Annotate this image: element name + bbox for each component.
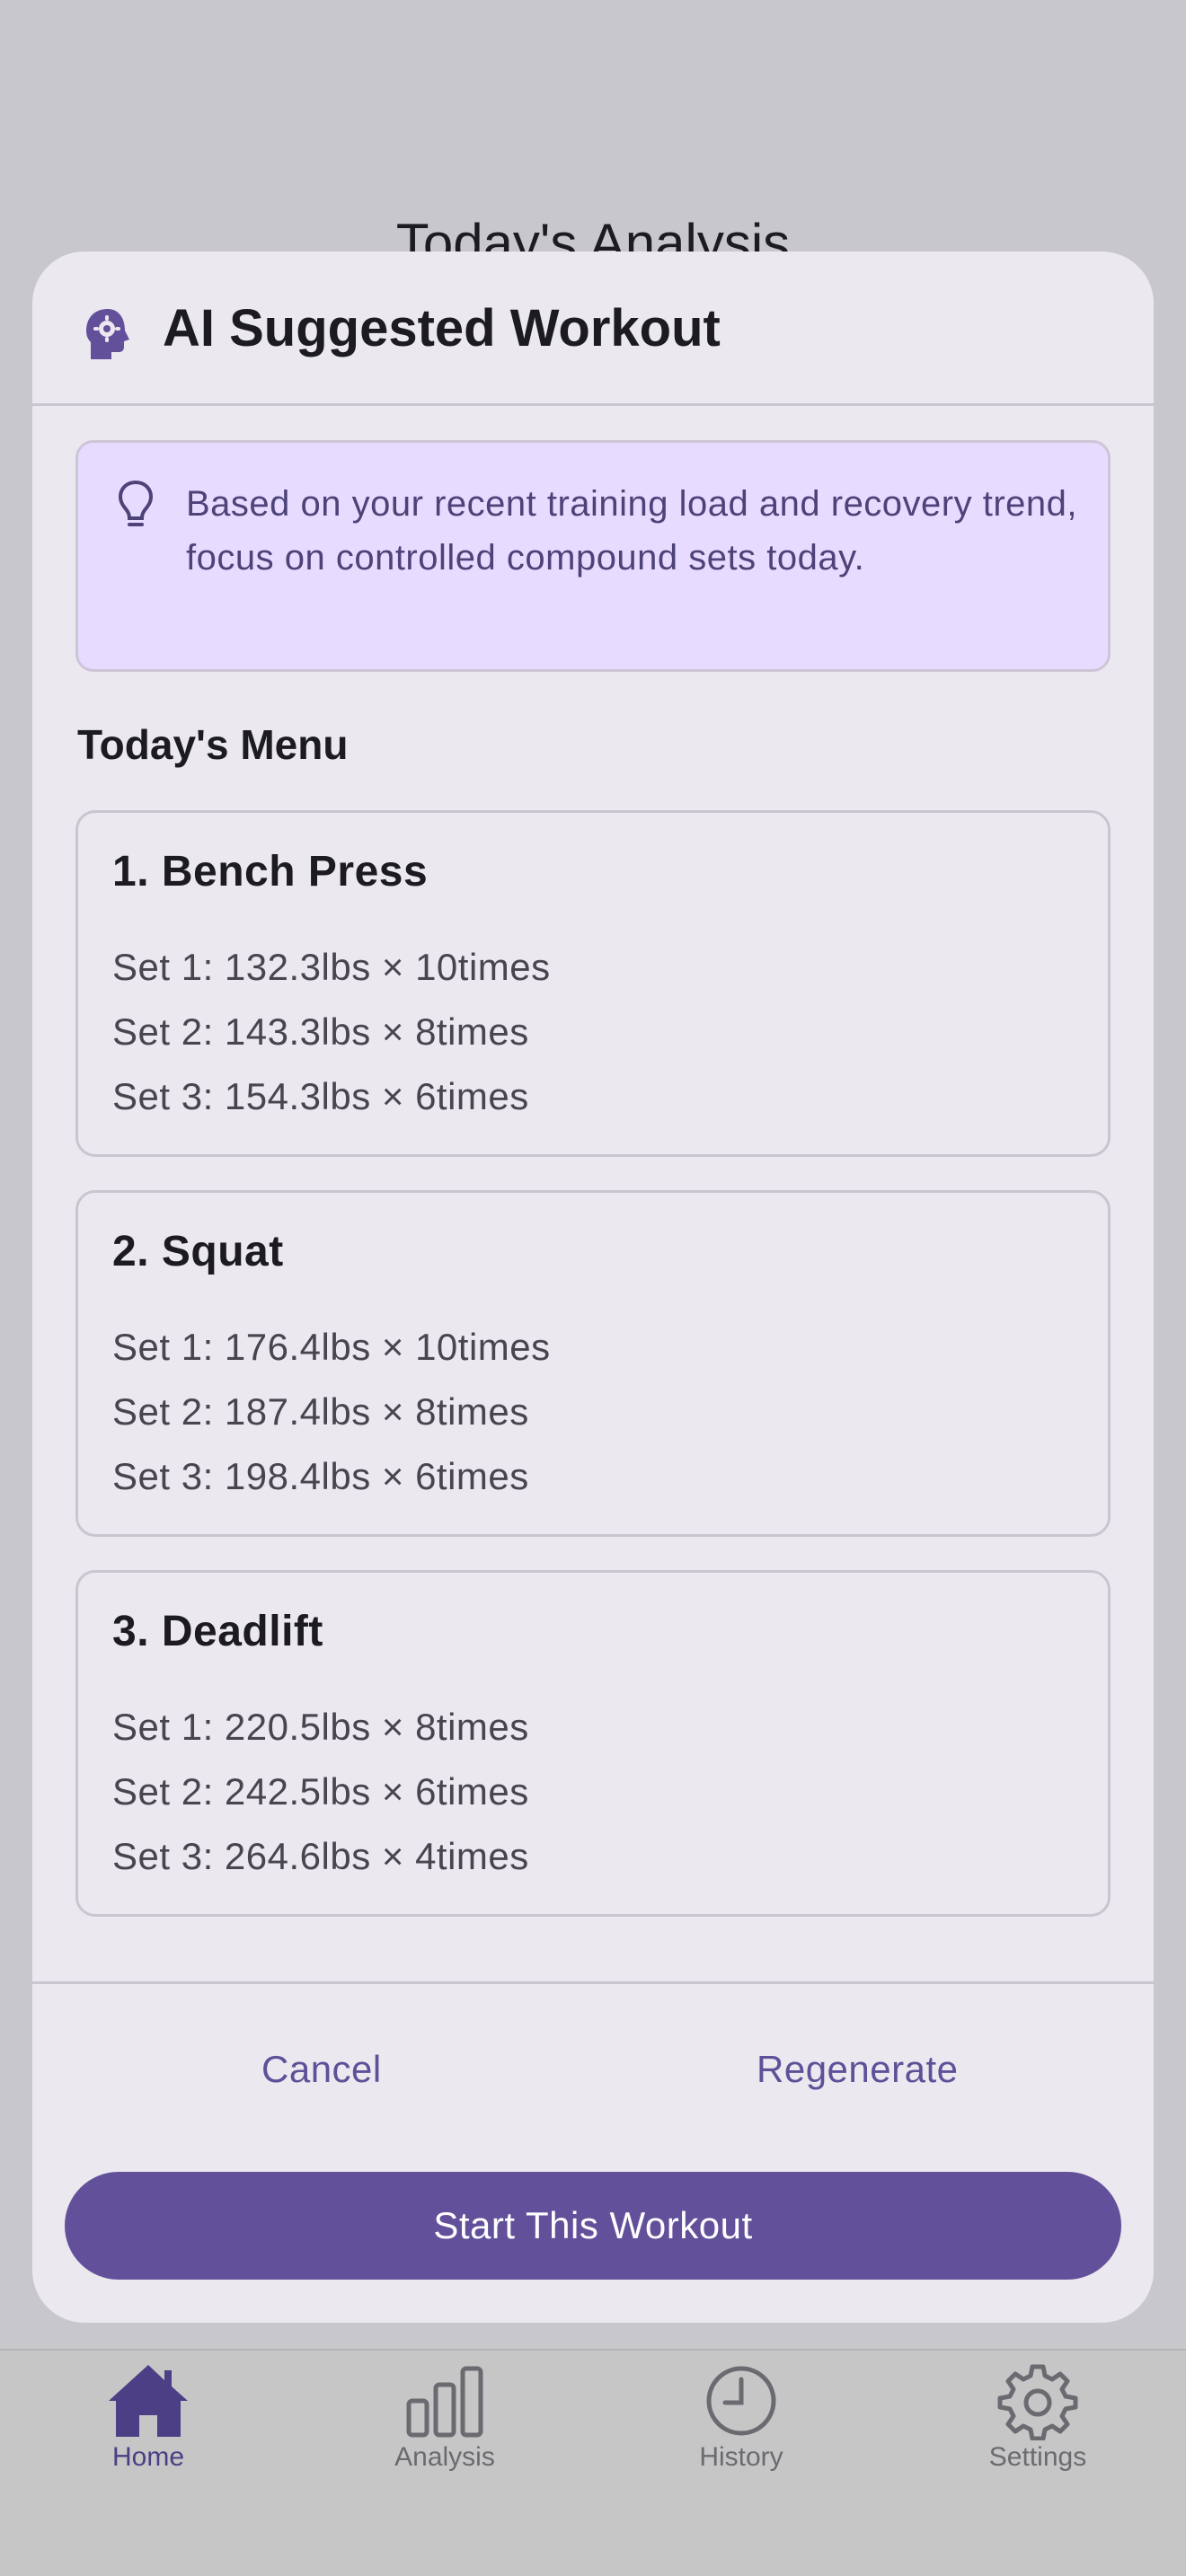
nav-label: Settings [988,2442,1087,2472]
ai-head-gear-icon [86,309,129,359]
set-line: Set 2: 187.4lbs × 8times [112,1390,529,1433]
nav-label: Home [111,2442,185,2472]
start-workout-button[interactable]: Start This Workout [65,2172,1121,2280]
clock-icon [706,2366,776,2436]
tip-text: Based on your recent training load and r… [186,484,1078,578]
nav-item-analysis[interactable]: Analysis [355,2351,535,2503]
cancel-button[interactable]: Cancel [261,2048,382,2091]
workout-suggestion-modal: AI Suggested Workout Based on your recen… [32,251,1154,2323]
bottom-navigation: Home Analysis History Settings [0,2349,1186,2576]
set-line: Set 3: 154.3lbs × 6times [112,1075,529,1117]
menu-heading: Today's Menu [77,721,349,768]
gear-icon [997,2364,1078,2440]
modal-header: AI Suggested Workout [32,251,1154,406]
nav-item-home[interactable]: Home [58,2351,238,2503]
set-line: Set 1: 176.4lbs × 10times [112,1326,551,1368]
set-line: Set 1: 220.5lbs × 8times [112,1706,529,1748]
exercise-name: 3. Deadlift [112,1608,323,1655]
bar-chart-icon [406,2366,483,2438]
exercise-card-squat: 2. Squat Set 1: 176.4lbs × 10times Set 2… [75,1190,1111,1537]
nav-item-settings[interactable]: Settings [948,2351,1128,2503]
lightbulb-icon [118,480,154,526]
home-icon [109,2365,188,2437]
set-line: Set 1: 132.3lbs × 10times [112,946,551,988]
recommendation-tip: Based on your recent training load and r… [75,440,1111,672]
nav-label: Analysis [394,2442,495,2472]
exercise-name: 2. Squat [112,1228,284,1275]
set-line: Set 3: 198.4lbs × 6times [112,1455,529,1497]
exercise-card-bench-press: 1. Bench Press Set 1: 132.3lbs × 10times… [75,810,1111,1157]
footer-divider [32,1981,1154,1984]
set-line: Set 2: 143.3lbs × 8times [112,1010,529,1053]
nav-item-history[interactable]: History [651,2351,831,2503]
exercise-card-deadlift: 3. Deadlift Set 1: 220.5lbs × 8times Set… [75,1570,1111,1917]
exercise-name: 1. Bench Press [112,848,429,895]
regenerate-button[interactable]: Regenerate [757,2048,959,2091]
set-line: Set 2: 242.5lbs × 6times [112,1770,529,1813]
set-line: Set 3: 264.6lbs × 4times [112,1835,529,1877]
modal-title: AI Suggested Workout [163,299,721,357]
nav-label: History [699,2442,783,2472]
